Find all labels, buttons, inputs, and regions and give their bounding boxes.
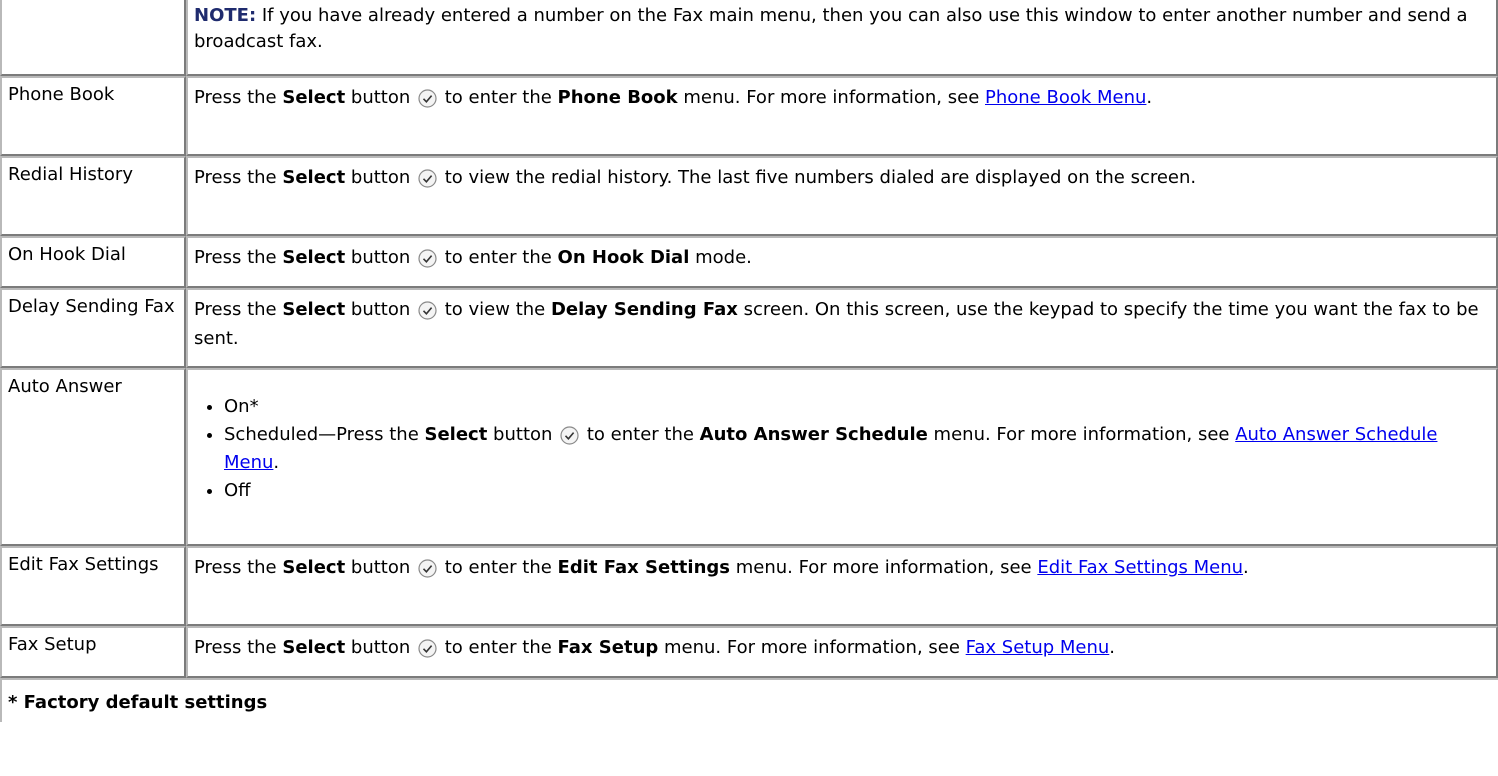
row-desc-auto-answer: On* Scheduled—Press the Select button to… — [186, 368, 1498, 546]
empty-label-cell — [0, 0, 186, 76]
desc-text: to view the — [439, 299, 551, 320]
select-word: Select — [282, 247, 346, 268]
desc-text: to enter the — [439, 557, 558, 578]
select-checkmark-icon — [418, 169, 437, 188]
desc-text: to enter the — [439, 87, 558, 108]
row-label-text: Fax Setup — [8, 634, 97, 655]
table-row: * Factory default settings — [0, 678, 1498, 722]
desc-text: menu. For more information, see — [677, 87, 985, 108]
table-row: Auto Answer On* Scheduled—Press the Sele… — [0, 368, 1498, 546]
row-label-phone-book: Phone Book — [0, 76, 186, 156]
desc-text: button — [345, 637, 417, 658]
row-desc-fax-setup: Press the Select button to enter the Fax… — [186, 626, 1498, 678]
table-row: Phone Book Press the Select button to en… — [0, 76, 1498, 156]
list-item: Off — [224, 477, 1490, 505]
desc-text: Press the — [194, 557, 283, 578]
desc-text: menu. For more information, see — [927, 424, 1236, 445]
table-row: Edit Fax Settings Press the Select butto… — [0, 546, 1498, 626]
row-label-text: Auto Answer — [8, 376, 122, 397]
edit-fax-settings-menu-link[interactable]: Edit Fax Settings Menu — [1037, 557, 1243, 578]
note-cell: NOTE: If you have already entered a numb… — [186, 0, 1498, 76]
table-row: On Hook Dial Press the Select button to … — [0, 236, 1498, 288]
fax-setup-menu-link[interactable]: Fax Setup Menu — [966, 637, 1110, 658]
table-row: Delay Sending Fax Press the Select butto… — [0, 288, 1498, 368]
row-label-fax-setup: Fax Setup — [0, 626, 186, 678]
desc-text: button — [345, 87, 417, 108]
desc-text: button — [345, 167, 417, 188]
desc-text: to view the redial history. The last fiv… — [439, 167, 1197, 188]
desc-text: menu. For more information, see — [658, 637, 966, 658]
desc-text: button — [345, 557, 417, 578]
select-word: Select — [282, 87, 346, 108]
menu-name: Auto Answer Schedule — [699, 424, 928, 445]
desc-text: to enter the — [439, 247, 558, 268]
desc-text: Press the — [194, 247, 283, 268]
row-label-text: On Hook Dial — [8, 244, 126, 265]
desc-text: Scheduled—Press the — [224, 424, 425, 445]
list-item: On* — [224, 393, 1490, 421]
row-label-text: Delay Sending Fax — [8, 296, 175, 317]
row-desc-edit-fax-settings: Press the Select button to enter the Edi… — [186, 546, 1498, 626]
select-checkmark-icon — [418, 559, 437, 578]
row-label-delay-sending-fax: Delay Sending Fax — [0, 288, 186, 368]
table-row: NOTE: If you have already entered a numb… — [0, 0, 1498, 76]
desc-text: menu. For more information, see — [729, 557, 1038, 578]
select-word: Select — [424, 424, 488, 445]
row-desc-delay-sending-fax: Press the Select button to view the Dela… — [186, 288, 1498, 368]
desc-text: Press the — [194, 167, 283, 188]
row-label-edit-fax-settings: Edit Fax Settings — [0, 546, 186, 626]
menu-name: Fax Setup — [557, 637, 659, 658]
desc-text: . — [1146, 87, 1153, 108]
desc-text: Press the — [194, 299, 283, 320]
desc-text: . — [1109, 637, 1116, 658]
row-desc-redial-history: Press the Select button to view the redi… — [186, 156, 1498, 236]
select-word: Select — [282, 557, 346, 578]
row-label-text: Phone Book — [8, 84, 115, 105]
desc-text: . — [1243, 557, 1249, 578]
select-checkmark-icon — [418, 301, 437, 320]
desc-text: button — [345, 299, 417, 320]
select-checkmark-icon — [418, 639, 437, 658]
factory-default-footnote: * Factory default settings — [0, 678, 1498, 722]
select-word: Select — [282, 167, 346, 188]
desc-text: to enter the — [439, 637, 558, 658]
select-checkmark-icon — [560, 426, 579, 445]
select-checkmark-icon — [418, 249, 437, 268]
row-label-text: Redial History — [8, 164, 133, 185]
desc-text: Press the — [194, 87, 283, 108]
desc-text: . — [273, 452, 280, 473]
select-word: Select — [282, 299, 346, 320]
menu-name: Edit Fax Settings — [557, 557, 730, 578]
menu-name: Phone Book — [557, 87, 678, 108]
desc-text: Press the — [194, 637, 283, 658]
row-desc-on-hook-dial: Press the Select button to enter the On … — [186, 236, 1498, 288]
desc-text: button — [345, 247, 417, 268]
note-text: If you have already entered a number on … — [194, 5, 1468, 52]
row-desc-phone-book: Press the Select button to enter the Pho… — [186, 76, 1498, 156]
auto-answer-options: On* Scheduled—Press the Select button to… — [194, 393, 1490, 505]
menu-name: On Hook Dial — [557, 247, 690, 268]
desc-text: to enter the — [581, 424, 700, 445]
note-paragraph: NOTE: If you have already entered a numb… — [194, 3, 1490, 55]
list-item: Scheduled—Press the Select button to ent… — [224, 421, 1490, 477]
phone-book-menu-link[interactable]: Phone Book Menu — [985, 87, 1146, 108]
desc-text: mode. — [689, 247, 752, 268]
menu-name: Delay Sending Fax — [550, 299, 738, 320]
note-label: NOTE: — [194, 5, 257, 26]
row-label-text: Edit Fax Settings — [8, 554, 159, 575]
desc-text: button — [487, 424, 559, 445]
select-word: Select — [282, 637, 346, 658]
table-row: Fax Setup Press the Select button to ent… — [0, 626, 1498, 678]
select-checkmark-icon — [418, 89, 437, 108]
row-label-auto-answer: Auto Answer — [0, 368, 186, 546]
row-label-on-hook-dial: On Hook Dial — [0, 236, 186, 288]
table-row: Redial History Press the Select button t… — [0, 156, 1498, 236]
row-label-redial-history: Redial History — [0, 156, 186, 236]
fax-menu-table: NOTE: If you have already entered a numb… — [0, 0, 1498, 722]
